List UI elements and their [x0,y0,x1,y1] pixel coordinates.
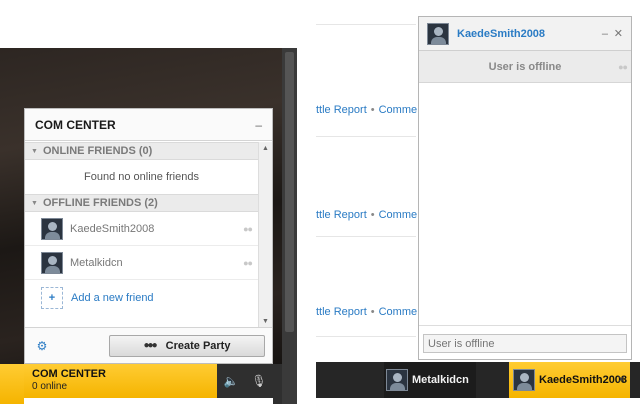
minimize-icon[interactable]: – [602,28,608,40]
feed-row: ttle Report • Comme [316,209,418,221]
microphone-icon[interactable]: 🎙 [251,374,266,388]
close-icon[interactable]: ✕ [617,373,626,386]
audio-controls: 🔈 🎙 [217,364,273,398]
online-count: 0 online [32,381,68,392]
battle-report-link[interactable]: ttle Report [316,306,367,318]
group-icon: ●●● [143,340,158,351]
battle-report-link[interactable]: ttle Report [316,104,367,116]
com-center-bar-title: COM CENTER [32,368,106,380]
add-person-icon[interactable]: + [41,287,63,309]
party-settings-icon[interactable]: ⚙ [30,334,54,358]
separator: • [370,209,375,221]
scroll-down-icon[interactable]: ▼ [262,318,269,325]
online-friends-header[interactable]: ▼ ONLINE FRIENDS (0) [25,142,258,160]
friend-row-kaedesmith2008[interactable]: KaedeSmith2008 ●● [25,212,258,246]
chat-input[interactable] [423,334,627,353]
minimize-icon[interactable]: – [255,119,262,131]
chat-status-bar: User is offline ●● [419,51,631,83]
left-panel: COM CENTER – ▼ ONLINE FRIENDS (0) Found … [0,0,297,404]
avatar [41,251,63,274]
no-online-friends-message: Found no online friends [84,171,199,183]
com-center-footer: ⚙ ●●● Create Party [25,327,272,363]
scroll-up-icon[interactable]: ▲ [262,145,269,152]
comments-link[interactable]: Comme [379,306,418,318]
avatar [41,217,63,240]
create-party-label: Create Party [165,339,231,352]
online-friends-label: ONLINE FRIENDS (0) [42,145,153,157]
chat-header[interactable]: KaedeSmith2008 – ✕ [419,17,631,51]
add-friend-row[interactable]: + Add a new friend [25,280,258,316]
offline-friends-header[interactable]: ▼ OFFLINE FRIENDS (2) [25,194,258,212]
feed-row: ttle Report • Comme [316,306,418,318]
bar-right-edge [273,364,282,404]
collapse-triangle-icon: ▼ [31,199,38,207]
offline-friends-label: OFFLINE FRIENDS (2) [42,197,158,209]
com-center-panel: COM CENTER – ▼ ONLINE FRIENDS (0) Found … [24,108,273,364]
create-party-button[interactable]: ●●● Create Party [109,334,265,357]
friends-list-scrollbar[interactable]: ▲ ▼ [258,142,272,328]
comments-link[interactable]: Comme [379,104,418,116]
close-icon[interactable]: ✕ [614,27,623,40]
taskbar-item-kaedesmith2008[interactable]: KaedeSmith2008 ✕ [509,362,630,398]
friend-row-metalkidcn[interactable]: Metalkidcn ●● [25,246,258,280]
battle-report-link[interactable]: ttle Report [316,209,367,221]
chat-message-area [419,84,631,326]
chat-window: KaedeSmith2008 – ✕ User is offline ●● [418,16,632,360]
speaker-icon[interactable]: 🔈 [223,374,238,388]
people-icon: ●● [618,62,628,72]
friend-name: Metalkidcn [70,256,123,269]
taskbar-item-metalkidcn[interactable]: Metalkidcn [384,362,476,398]
panel-divider [297,0,316,404]
page-scrollbar[interactable] [282,48,297,404]
bar-left-edge [0,364,24,404]
com-center-bar[interactable]: COM CENTER 0 online [24,364,217,398]
taskbar-item-label: Metalkidcn [412,374,469,386]
comments-link[interactable]: Comme [379,209,418,221]
feed-divider [316,24,416,25]
people-icon: ●● [243,224,253,234]
com-center-header: COM CENTER – [25,109,272,141]
user-status-text: User is offline [488,60,562,73]
taskbar-item-label: KaedeSmith2008 [539,374,628,386]
right-panel: ttle Report • Comme ttle Report • Comme ttle… [316,0,640,404]
add-friend-link[interactable]: Add a new friend [71,292,154,304]
people-icon: ●● [243,258,253,268]
avatar [386,369,408,391]
chat-taskbar: Metalkidcn KaedeSmith2008 ✕ [316,362,640,398]
feed-row: ttle Report • Comme [316,104,418,116]
feed-divider [316,236,416,237]
com-center-title: COM CENTER [35,117,116,132]
separator: • [370,306,375,318]
scrollbar-thumb[interactable] [285,52,294,332]
feed-divider [316,136,416,137]
collapse-triangle-icon: ▼ [31,147,38,155]
feed-divider [316,336,416,337]
friend-name: KaedeSmith2008 [70,222,155,235]
avatar [427,22,449,45]
avatar [513,369,535,391]
friends-list: ▼ ONLINE FRIENDS (0) Found no online fri… [25,142,258,328]
separator: • [370,104,375,116]
chat-contact-name[interactable]: KaedeSmith2008 [457,28,545,40]
taskbar-edge [630,362,640,398]
